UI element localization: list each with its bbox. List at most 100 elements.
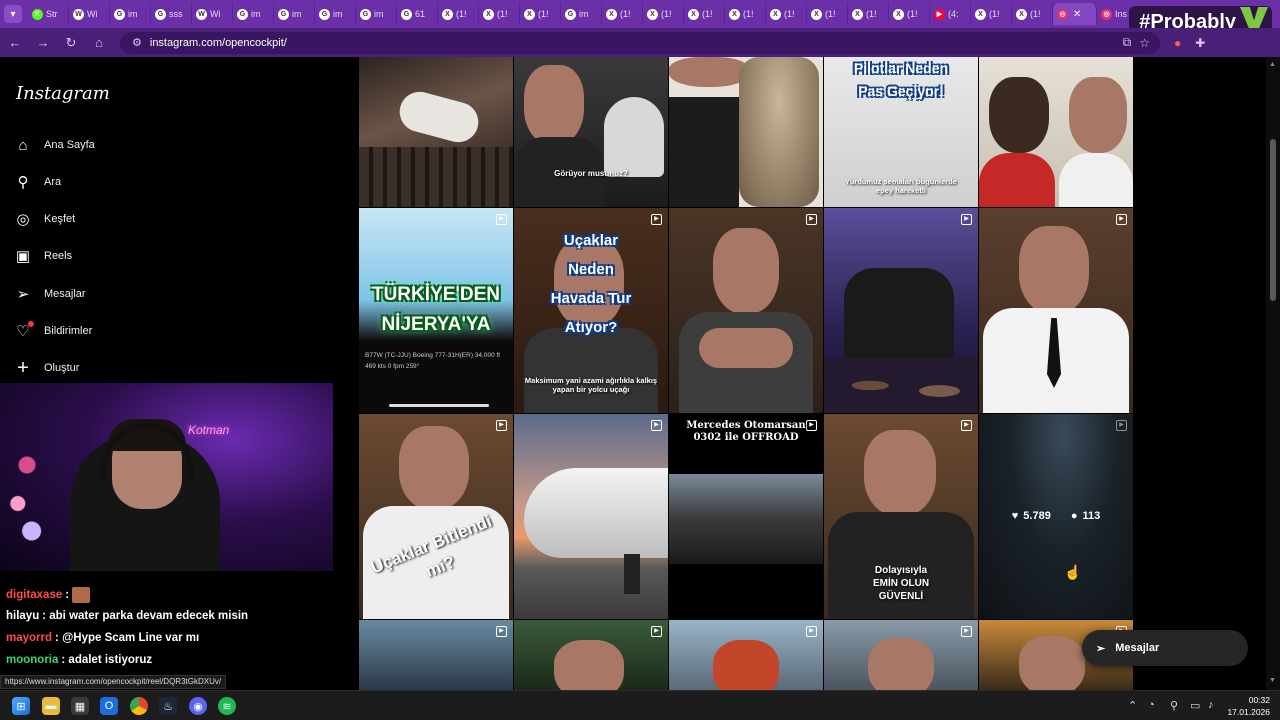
nav-item-create[interactable]: + Oluştur [14,357,79,379]
site-info-icon[interactable]: ⚙ [132,36,142,49]
nav-item-search[interactable]: ⚲ Ara [14,173,62,191]
post-tile[interactable]: ▶ Mercedes Otomarsan 0302 ile OFFROAD [669,414,823,619]
install-app-icon[interactable]: ⧉ [1123,35,1132,50]
tray-overflow-icon[interactable]: ⌃ [1128,699,1137,712]
file-explorer-icon[interactable]: ▬ [42,697,60,715]
outlook-icon[interactable]: O [100,697,118,715]
browser-tab[interactable]: W Wi [192,3,233,25]
bookmark-star-icon[interactable]: ☆ [1139,36,1150,50]
browser-tab[interactable]: X (1! [1012,3,1053,25]
instagram-logo[interactable]: Instagram [16,83,110,104]
send-icon: ➢ [16,286,30,303]
browser-tab[interactable]: X (1! [438,3,479,25]
person-arm [669,97,739,207]
extension-icon[interactable]: ● [1174,36,1181,50]
post-tile[interactable]: ▶ [669,620,823,690]
browser-tab[interactable]: Gim [110,3,151,25]
post-tile[interactable]: ▶ [824,208,978,413]
browser-tab[interactable]: X (1! [889,3,930,25]
post-tile[interactable] [359,57,513,207]
post-tile[interactable]: Pilotlar Neden Pas Geçiyor! Yurdumuz sem… [824,57,978,207]
streamer-webcam: Kotman [0,383,333,571]
browser-tab[interactable]: Gim [561,3,602,25]
post-tile[interactable]: ▶ [669,208,823,413]
tab-label: (1! [538,9,549,19]
volume-icon[interactable]: ♪ [1208,699,1214,711]
post-tile[interactable]: ▶ TÜRKİYE'DEN NİJERYA'YA B77W (TC-JJU) B… [359,208,513,413]
browser-tab[interactable]: Gim [274,3,315,25]
browser-tab[interactable]: X (1! [807,3,848,25]
post-tile[interactable]: ▶ Uçaklar Neden Havada Tur Atıyor? Maksi… [514,208,668,413]
spotify-icon[interactable]: ≋ [218,697,236,715]
post-tile[interactable]: ▶ [514,414,668,619]
nav-item-explore[interactable]: ◎ Keşfet [14,210,75,228]
steam-icon[interactable]: ♨ [159,697,177,715]
back-arrow-icon[interactable]: ← [8,35,22,50]
tab-instagram-active[interactable]: ◎ ✕ [1053,3,1097,25]
browser-tab[interactable]: X (1! [479,3,520,25]
browser-tab[interactable]: Gim [233,3,274,25]
microphone-icon[interactable]: ⚲ [1170,699,1178,712]
reload-icon[interactable]: ↻ [64,35,78,51]
post-caption: Görüyor musunuz? [554,169,628,178]
address-bar[interactable]: ⚙ instagram.com/opencockpit/ ⧉ ☆ [120,31,1160,54]
browser-tab[interactable]: Gsss [151,3,192,25]
browser-tab[interactable]: X (1! [684,3,725,25]
nav-item-notifications[interactable]: ♡ Bildirimler [14,321,92,340]
browser-tab[interactable]: X (1! [520,3,561,25]
tab-label: (1! [1030,9,1041,19]
post-tile[interactable]: ▶ Uçaklar Bitlendi mi? [359,414,513,619]
messages-floating-button[interactable]: ➢ Mesajlar [1082,630,1248,666]
tab-favicon-icon: ▶ [934,8,945,20]
store-icon[interactable]: ▦ [71,697,89,715]
page-scrollbar[interactable]: ▲ ▼ [1266,57,1280,690]
post-tile[interactable]: ▶ [359,620,513,690]
person-face [713,228,779,314]
post-tile[interactable]: Görüyor musunuz? [514,57,668,207]
browser-tab[interactable]: W Wi [69,3,110,25]
post-tile[interactable] [669,57,823,207]
nav-item-home[interactable]: ⌂ Ana Sayfa [14,136,95,154]
browser-tab[interactable]: X (1! [602,3,643,25]
browser-tab[interactable]: K Str [28,3,69,25]
post-tile-hovered[interactable]: ▶ ♥ 5.789 ● 113 ☝ [979,414,1133,619]
scroll-down-arrow-icon[interactable]: ▼ [1269,677,1276,684]
forward-arrow-icon[interactable]: → [36,35,50,50]
puzzle-extensions-icon[interactable]: ✚ [1195,36,1205,50]
flower-decoration [4,443,50,553]
post-tile[interactable]: ▶ [514,620,668,690]
browser-tab[interactable]: X (1! [971,3,1012,25]
tab-label: im [579,9,589,19]
reel-icon: ▶ [496,626,507,637]
tab-close-icon[interactable]: ✕ [1073,9,1081,20]
post-tile[interactable]: ▶ [979,208,1133,413]
network-icon[interactable]: ◔ [1148,699,1155,711]
post-tile[interactable] [979,57,1133,207]
post-tile[interactable]: ▶ [824,620,978,690]
post-title: Pilotlar Neden Pas Geçiyor! [853,60,949,99]
system-clock[interactable]: 00:32 17.01.2026 [1227,694,1270,718]
flight-info-panel: B77W (TC-JJU) Boeing 777-31H(ER) 34,000 … [365,352,501,370]
display-icon[interactable]: ▭ [1190,699,1200,712]
browser-tab[interactable]: X (1! [766,3,807,25]
scrollbar-thumb[interactable] [1270,139,1276,301]
browser-tab[interactable]: Gim [315,3,356,25]
tab-favicon-icon: X [606,8,617,20]
tab-favicon-icon: G [319,8,330,20]
scroll-up-arrow-icon[interactable]: ▲ [1269,61,1276,68]
browser-tab[interactable]: X (1! [643,3,684,25]
post-tile[interactable]: ▶ Dolayısıyla EMİN OLUN GÜVENLİ [824,414,978,619]
nav-item-reels[interactable]: ▣ Reels [14,247,72,265]
browser-tab[interactable]: X (1! [725,3,766,25]
discord-icon[interactable]: ◉ [189,697,207,715]
home-button-icon[interactable]: ⌂ [92,35,106,50]
chrome-icon[interactable] [130,697,148,715]
browser-tab[interactable]: G 61 [397,3,438,25]
browser-tab[interactable]: ▶ (4: [930,3,971,25]
browser-tab[interactable]: Gim [356,3,397,25]
nav-item-messages[interactable]: ➢ Mesajlar [14,285,86,303]
browser-tab[interactable]: X (1! [848,3,889,25]
tab-search-button[interactable]: ▾ [4,5,22,23]
nav-label: Ana Sayfa [44,139,95,151]
windows-start-icon[interactable]: ⊞ [12,697,30,715]
